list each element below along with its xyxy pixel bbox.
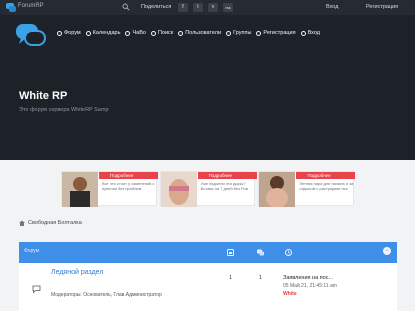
site-title: White RP <box>19 90 68 102</box>
ad-image[interactable] <box>62 172 98 207</box>
breadcrumb: Свободная Болталка <box>19 220 82 226</box>
ad-title[interactable]: Подробнее <box>99 172 158 179</box>
panel-head-label: Форум <box>24 248 40 254</box>
chat-bubbles-logo-icon[interactable] <box>16 23 46 49</box>
forum-name[interactable]: ForumRP <box>18 3 44 9</box>
posts-icon <box>257 249 264 256</box>
collapse-button[interactable]: − <box>383 247 391 255</box>
last-post-user[interactable]: White <box>283 291 297 297</box>
nav-label: Регистрация <box>263 30 296 36</box>
nav-label: Пользователи <box>185 30 222 36</box>
forum-title-link[interactable]: Ледяной раздел <box>51 269 103 276</box>
moderators-text: Модераторы: Основатель, Глав.Администрат… <box>51 292 162 298</box>
topics-count: 1 <box>229 275 233 281</box>
chat-logo-icon[interactable] <box>6 3 16 12</box>
ad-card[interactable]: Подробнее Вот что стоит у изменений с пу… <box>61 171 158 207</box>
twitter-icon[interactable]: t <box>193 3 203 12</box>
nav-faq[interactable]: ЧаВо <box>125 30 146 36</box>
ad-text: Летняя пара для начала и за отдыхом с ра… <box>299 181 354 191</box>
ad-image[interactable] <box>160 172 197 207</box>
posts-count: 1 <box>259 275 263 281</box>
ad-text: Вот что стоит у изменений с пунктом без … <box>102 181 155 191</box>
last-post-link[interactable]: Заявления на пос... <box>283 275 333 281</box>
header-banner: Форум Календарь ЧаВо Поиск Пользователи … <box>0 15 415 160</box>
rss-icon[interactable]: rss <box>223 3 233 12</box>
register-icon <box>256 30 262 36</box>
nav-search[interactable]: Поиск <box>150 30 174 36</box>
nav-users[interactable]: Пользователи <box>178 30 221 36</box>
ad-card[interactable]: Подробнее Летняя пара для начала и за от… <box>258 171 356 207</box>
main-nav: Форум Календарь ЧаВо Поиск Пользователи … <box>57 30 320 36</box>
calendar-icon <box>85 30 91 36</box>
clock-icon <box>285 249 292 256</box>
site-description: Это форум сервера WhiteRP Samp <box>19 107 109 113</box>
forum-panel: Форум − Ледяной раздел Модераторы: Основ… <box>19 242 397 311</box>
breadcrumb-link[interactable]: Свободная Болталка <box>28 220 82 226</box>
topics-icon <box>227 249 234 256</box>
top-bar: ForumRP Поделиться f t v rss Вход Регист… <box>0 0 415 15</box>
nav-label: ЧаВо <box>132 30 146 36</box>
home-icon[interactable] <box>19 220 25 226</box>
nav-label: Поиск <box>157 30 174 36</box>
comment-icon <box>57 30 62 36</box>
register-link[interactable]: Регистрация <box>366 4 398 10</box>
forum-panel-header: Форум − <box>19 242 397 263</box>
forum-read-icon <box>32 285 41 293</box>
users-icon <box>178 30 184 36</box>
question-icon <box>125 30 131 36</box>
group-icon <box>226 30 232 36</box>
ad-title[interactable]: Подробнее <box>296 172 356 179</box>
ad-title[interactable]: Подробнее <box>197 172 257 179</box>
search-icon <box>150 30 156 36</box>
nav-label: Вход <box>307 30 321 36</box>
nav-label: Календарь <box>92 30 121 36</box>
nav-groups[interactable]: Группы <box>226 30 251 36</box>
ad-strip: Подробнее Вот что стоит у изменений с пу… <box>61 171 356 207</box>
last-post-date: 05 Май 21, 21:45:11 am <box>283 283 337 289</box>
ad-text: Уже надоели эти дыры? Вставь на 7 дней б… <box>200 181 248 191</box>
share-label: Поделиться <box>141 4 172 10</box>
vk-icon[interactable]: v <box>208 3 218 12</box>
nav-label: Форум <box>64 30 81 36</box>
facebook-icon[interactable]: f <box>178 3 188 12</box>
nav-label: Группы <box>233 30 252 36</box>
ad-card[interactable]: Подробнее Уже надоели эти дыры? Вставь н… <box>159 171 257 207</box>
search-icon[interactable] <box>122 3 130 11</box>
ad-image[interactable] <box>259 172 296 207</box>
login-icon <box>300 30 306 36</box>
nav-forum[interactable]: Форум <box>57 30 81 36</box>
nav-login[interactable]: Вход <box>300 30 321 36</box>
login-link[interactable]: Вход <box>326 4 338 10</box>
nav-register[interactable]: Регистрация <box>256 30 296 36</box>
nav-calendar[interactable]: Календарь <box>85 30 121 36</box>
